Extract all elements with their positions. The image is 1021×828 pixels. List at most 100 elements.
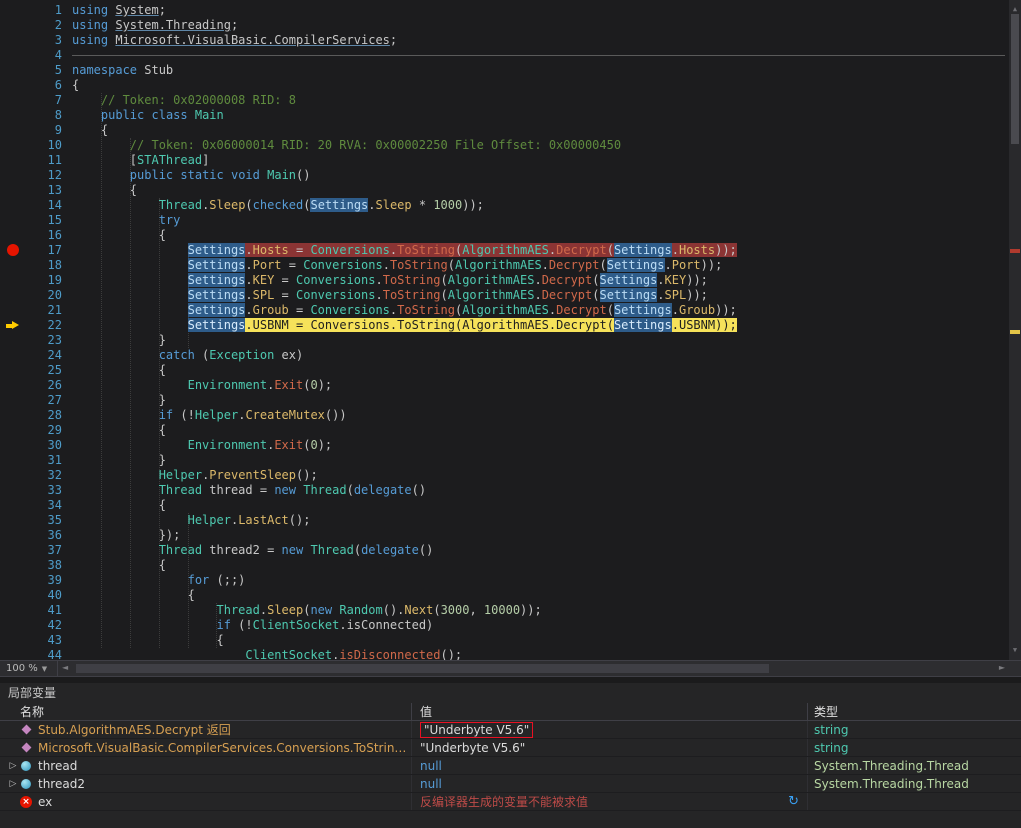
glyph-margin[interactable] <box>0 333 26 348</box>
glyph-margin[interactable] <box>0 258 26 273</box>
code-token: AlgorithmAES <box>462 318 549 332</box>
code-token: Port <box>671 258 701 272</box>
code-text: { <box>62 123 108 138</box>
code-token: (); <box>440 648 463 660</box>
glyph-margin[interactable] <box>0 228 26 243</box>
glyph-margin[interactable] <box>0 18 26 33</box>
glyph-margin[interactable] <box>0 438 26 453</box>
glyph-margin[interactable] <box>0 558 26 573</box>
glyph-margin[interactable] <box>0 168 26 183</box>
glyph-margin[interactable] <box>0 483 26 498</box>
glyph-margin[interactable] <box>0 378 26 393</box>
value-cell[interactable]: "Underbyte V5.6" <box>412 721 808 738</box>
value-cell[interactable]: null <box>412 757 808 774</box>
glyph-margin[interactable] <box>0 183 26 198</box>
glyph-margin[interactable] <box>0 498 26 513</box>
glyph-margin[interactable] <box>0 78 26 93</box>
locals-row[interactable]: Microsoft.VisualBasic.CompilerServices.C… <box>0 739 1021 757</box>
code-text: } <box>62 393 166 408</box>
glyph-margin[interactable] <box>0 288 26 303</box>
column-header-name[interactable]: 名称 <box>0 703 412 720</box>
glyph-margin[interactable] <box>0 648 26 660</box>
glyph-margin[interactable] <box>0 393 26 408</box>
glyph-margin[interactable] <box>0 363 26 378</box>
glyph-margin[interactable] <box>0 153 26 168</box>
glyph-margin[interactable] <box>0 348 26 363</box>
scroll-left-icon[interactable]: ◄ <box>62 663 68 672</box>
glyph-margin[interactable] <box>0 108 26 123</box>
expand-toggle-icon[interactable]: ▷ <box>6 779 20 789</box>
code-token: public <box>129 168 174 182</box>
glyph-margin[interactable] <box>0 573 26 588</box>
line-number: 1 <box>54 3 62 17</box>
glyph-margin[interactable] <box>0 243 26 258</box>
locals-row[interactable]: × ex 反编译器生成的变量不能被求值 ↻ <box>0 793 1021 811</box>
code-line: 40 { <box>0 588 1009 603</box>
editor-vertical-scrollbar[interactable]: ▲ ▼ <box>1009 0 1021 660</box>
code-line: 9 { <box>0 123 1009 138</box>
locals-row[interactable]: ▷ thread2 null System.Threading.Thread <box>0 775 1021 793</box>
code-text: try <box>62 213 181 228</box>
locals-row[interactable]: Stub.AlgorithmAES.Decrypt 返回 "Underbyte V… <box>0 721 1021 739</box>
expand-toggle-icon[interactable]: ▷ <box>6 761 20 771</box>
glyph-margin[interactable] <box>0 213 26 228</box>
glyph-margin[interactable] <box>0 93 26 108</box>
execution-pointer-icon[interactable] <box>6 321 20 330</box>
code-token: catch <box>158 348 195 362</box>
glyph-margin[interactable] <box>0 633 26 648</box>
code-token: ; <box>158 3 166 17</box>
glyph-margin[interactable] <box>0 543 26 558</box>
glyph-margin[interactable] <box>0 318 26 333</box>
code-text: Environment.Exit(0); <box>62 438 333 453</box>
glyph-margin[interactable] <box>0 48 26 63</box>
glyph-margin[interactable] <box>0 63 26 78</box>
scrollbar-thumb[interactable] <box>1011 14 1019 144</box>
glyph-margin[interactable] <box>0 453 26 468</box>
glyph-margin[interactable] <box>0 468 26 483</box>
zoom-level-control[interactable]: 100 % ▼ <box>0 661 58 676</box>
scroll-down-icon[interactable]: ▼ <box>1009 643 1021 658</box>
glyph-margin[interactable] <box>0 603 26 618</box>
code-text: Settings.Groub = Conversions.ToString(Al… <box>62 303 737 318</box>
glyph-margin[interactable] <box>0 408 26 423</box>
code-token: ( <box>194 348 210 362</box>
column-header-value[interactable]: 值 <box>412 703 808 720</box>
code-token: ( <box>346 483 354 497</box>
column-header-type[interactable]: 类型 <box>808 703 1021 720</box>
highlighted-symbol: Settings <box>606 258 665 272</box>
scrollbar-thumb[interactable] <box>76 664 770 673</box>
glyph-margin[interactable] <box>0 123 26 138</box>
glyph-margin[interactable] <box>0 198 26 213</box>
glyph-margin[interactable] <box>0 423 26 438</box>
glyph-margin[interactable] <box>0 273 26 288</box>
code-token: } <box>72 393 166 407</box>
glyph-margin[interactable] <box>0 588 26 603</box>
code-editor: 1 using System; 2 using System.Threading; 3 u… <box>0 0 1021 660</box>
code-line: 31 } <box>0 453 1009 468</box>
scroll-right-icon[interactable]: ► <box>999 663 1005 672</box>
glyph-margin[interactable] <box>0 618 26 633</box>
code-token: using <box>72 18 109 32</box>
breakpoint-icon[interactable] <box>7 244 19 256</box>
value-cell[interactable]: null <box>412 775 808 792</box>
glyph-margin[interactable] <box>0 513 26 528</box>
glyph-margin[interactable] <box>0 303 26 318</box>
refresh-icon[interactable]: ↻ <box>788 793 799 810</box>
line-number: 13 <box>47 183 62 197</box>
glyph-margin[interactable] <box>0 528 26 543</box>
glyph-margin[interactable] <box>0 33 26 48</box>
value-cell[interactable]: 反编译器生成的变量不能被求值 ↻ <box>412 793 808 810</box>
editor-horizontal-scrollbar[interactable]: ◄ ► <box>58 661 1021 676</box>
code-line: 30 Environment.Exit(0); <box>0 438 1009 453</box>
locals-row[interactable]: ▷ thread null System.Threading.Thread <box>0 757 1021 775</box>
glyph-margin[interactable] <box>0 3 26 18</box>
zoom-level-label: 100 % <box>6 663 38 674</box>
code-text: Helper.LastAct(); <box>62 513 311 528</box>
code-text: public static void Main() <box>62 168 311 183</box>
glyph-margin[interactable] <box>0 138 26 153</box>
code-line: 34 { <box>0 498 1009 513</box>
value-cell[interactable]: "Underbyte V5.6" <box>412 739 808 756</box>
